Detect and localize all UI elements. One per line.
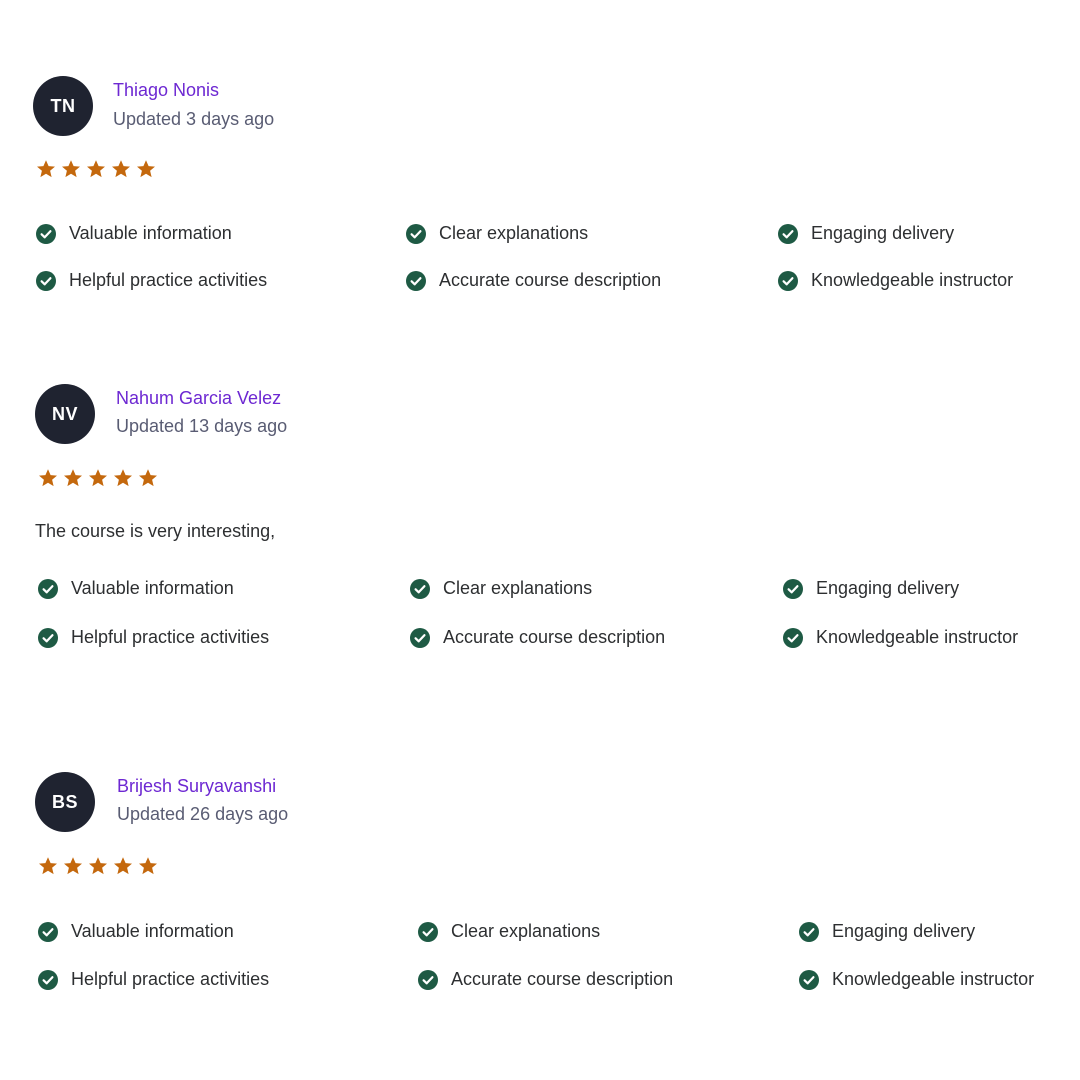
reviewer-name[interactable]: Thiago Nonis: [113, 80, 219, 101]
tag-item: Helpful practice activities: [38, 627, 269, 648]
tag-item: Accurate course description: [406, 270, 661, 291]
tag-item: Engaging delivery: [783, 578, 959, 599]
star-icon: [114, 469, 132, 487]
tag-label: Accurate course description: [451, 969, 674, 989]
star-icon: [137, 160, 155, 178]
tag-label: Valuable information: [71, 578, 234, 598]
star-icon: [64, 469, 82, 487]
tag-label: Engaging delivery: [832, 921, 976, 941]
check-circle-icon: [410, 627, 430, 648]
star-icon: [64, 857, 82, 875]
tag-label: Knowledgeable instructor: [832, 969, 1035, 989]
tag-label: Accurate course description: [439, 270, 662, 290]
avatar: BS: [35, 772, 95, 832]
tag-label: Engaging delivery: [816, 578, 960, 598]
tag-item: Accurate course description: [410, 627, 665, 648]
tag-item: Engaging delivery: [778, 223, 954, 244]
check-circle-icon: [36, 223, 56, 244]
check-circle-icon: [418, 969, 438, 990]
check-circle-icon: [783, 627, 803, 648]
tag-item: Clear explanations: [406, 223, 588, 244]
tag-label: Accurate course description: [443, 627, 666, 647]
tag-label: Helpful practice activities: [71, 627, 270, 647]
updated-time: Updated 13 days ago: [116, 416, 288, 436]
tag-label: Knowledgeable instructor: [811, 270, 1014, 290]
star-icon: [112, 160, 130, 178]
tag-item: Knowledgeable instructor: [778, 270, 1013, 291]
review-comment: The course is very interesting,: [35, 521, 276, 541]
reviewer-name[interactable]: Nahum Garcia Velez: [116, 388, 281, 409]
check-circle-icon: [783, 578, 803, 599]
check-circle-icon: [38, 969, 58, 990]
tag-label: Clear explanations: [443, 578, 593, 598]
check-circle-icon: [38, 627, 58, 648]
star-icon: [39, 857, 57, 875]
tag-label: Valuable information: [69, 223, 232, 243]
tag-item: Knowledgeable instructor: [783, 627, 1018, 648]
tag-label: Engaging delivery: [811, 223, 955, 243]
tag-item: Valuable information: [38, 921, 234, 942]
tag-item: Clear explanations: [410, 578, 592, 599]
check-circle-icon: [418, 921, 438, 942]
check-circle-icon: [36, 270, 56, 291]
tag-label: Valuable information: [71, 921, 234, 941]
star-icon: [139, 469, 157, 487]
tag-item: Clear explanations: [418, 921, 600, 942]
tag-label: Knowledgeable instructor: [816, 627, 1019, 647]
tag-label: Helpful practice activities: [71, 969, 270, 989]
star-icon: [87, 160, 105, 178]
tag-item: Helpful practice activities: [38, 969, 269, 990]
star-icon: [39, 469, 57, 487]
star-icon: [139, 857, 157, 875]
check-circle-icon: [799, 921, 819, 942]
avatar: TN: [33, 76, 93, 136]
tag-label: Clear explanations: [451, 921, 601, 941]
check-circle-icon: [406, 223, 426, 244]
star-rating: [36, 159, 156, 179]
star-rating: [38, 468, 158, 488]
updated-time: Updated 26 days ago: [117, 804, 289, 824]
check-circle-icon: [38, 921, 58, 942]
check-circle-icon: [778, 223, 798, 244]
tag-item: Valuable information: [36, 223, 232, 244]
updated-time: Updated 3 days ago: [113, 109, 275, 129]
star-rating: [38, 856, 158, 876]
check-circle-icon: [406, 270, 426, 291]
tag-label: Helpful practice activities: [69, 270, 268, 290]
check-circle-icon: [799, 969, 819, 990]
star-icon: [62, 160, 80, 178]
avatar: NV: [35, 384, 95, 444]
check-circle-icon: [38, 578, 58, 599]
reviewer-name[interactable]: Brijesh Suryavanshi: [117, 776, 276, 797]
star-icon: [89, 469, 107, 487]
tag-item: Engaging delivery: [799, 921, 975, 942]
star-icon: [114, 857, 132, 875]
tag-item: Valuable information: [38, 578, 234, 599]
tag-label: Clear explanations: [439, 223, 589, 243]
tag-item: Knowledgeable instructor: [799, 969, 1034, 990]
check-circle-icon: [410, 578, 430, 599]
star-icon: [37, 160, 55, 178]
tag-item: Accurate course description: [418, 969, 673, 990]
star-icon: [89, 857, 107, 875]
tag-item: Helpful practice activities: [36, 270, 267, 291]
check-circle-icon: [778, 270, 798, 291]
